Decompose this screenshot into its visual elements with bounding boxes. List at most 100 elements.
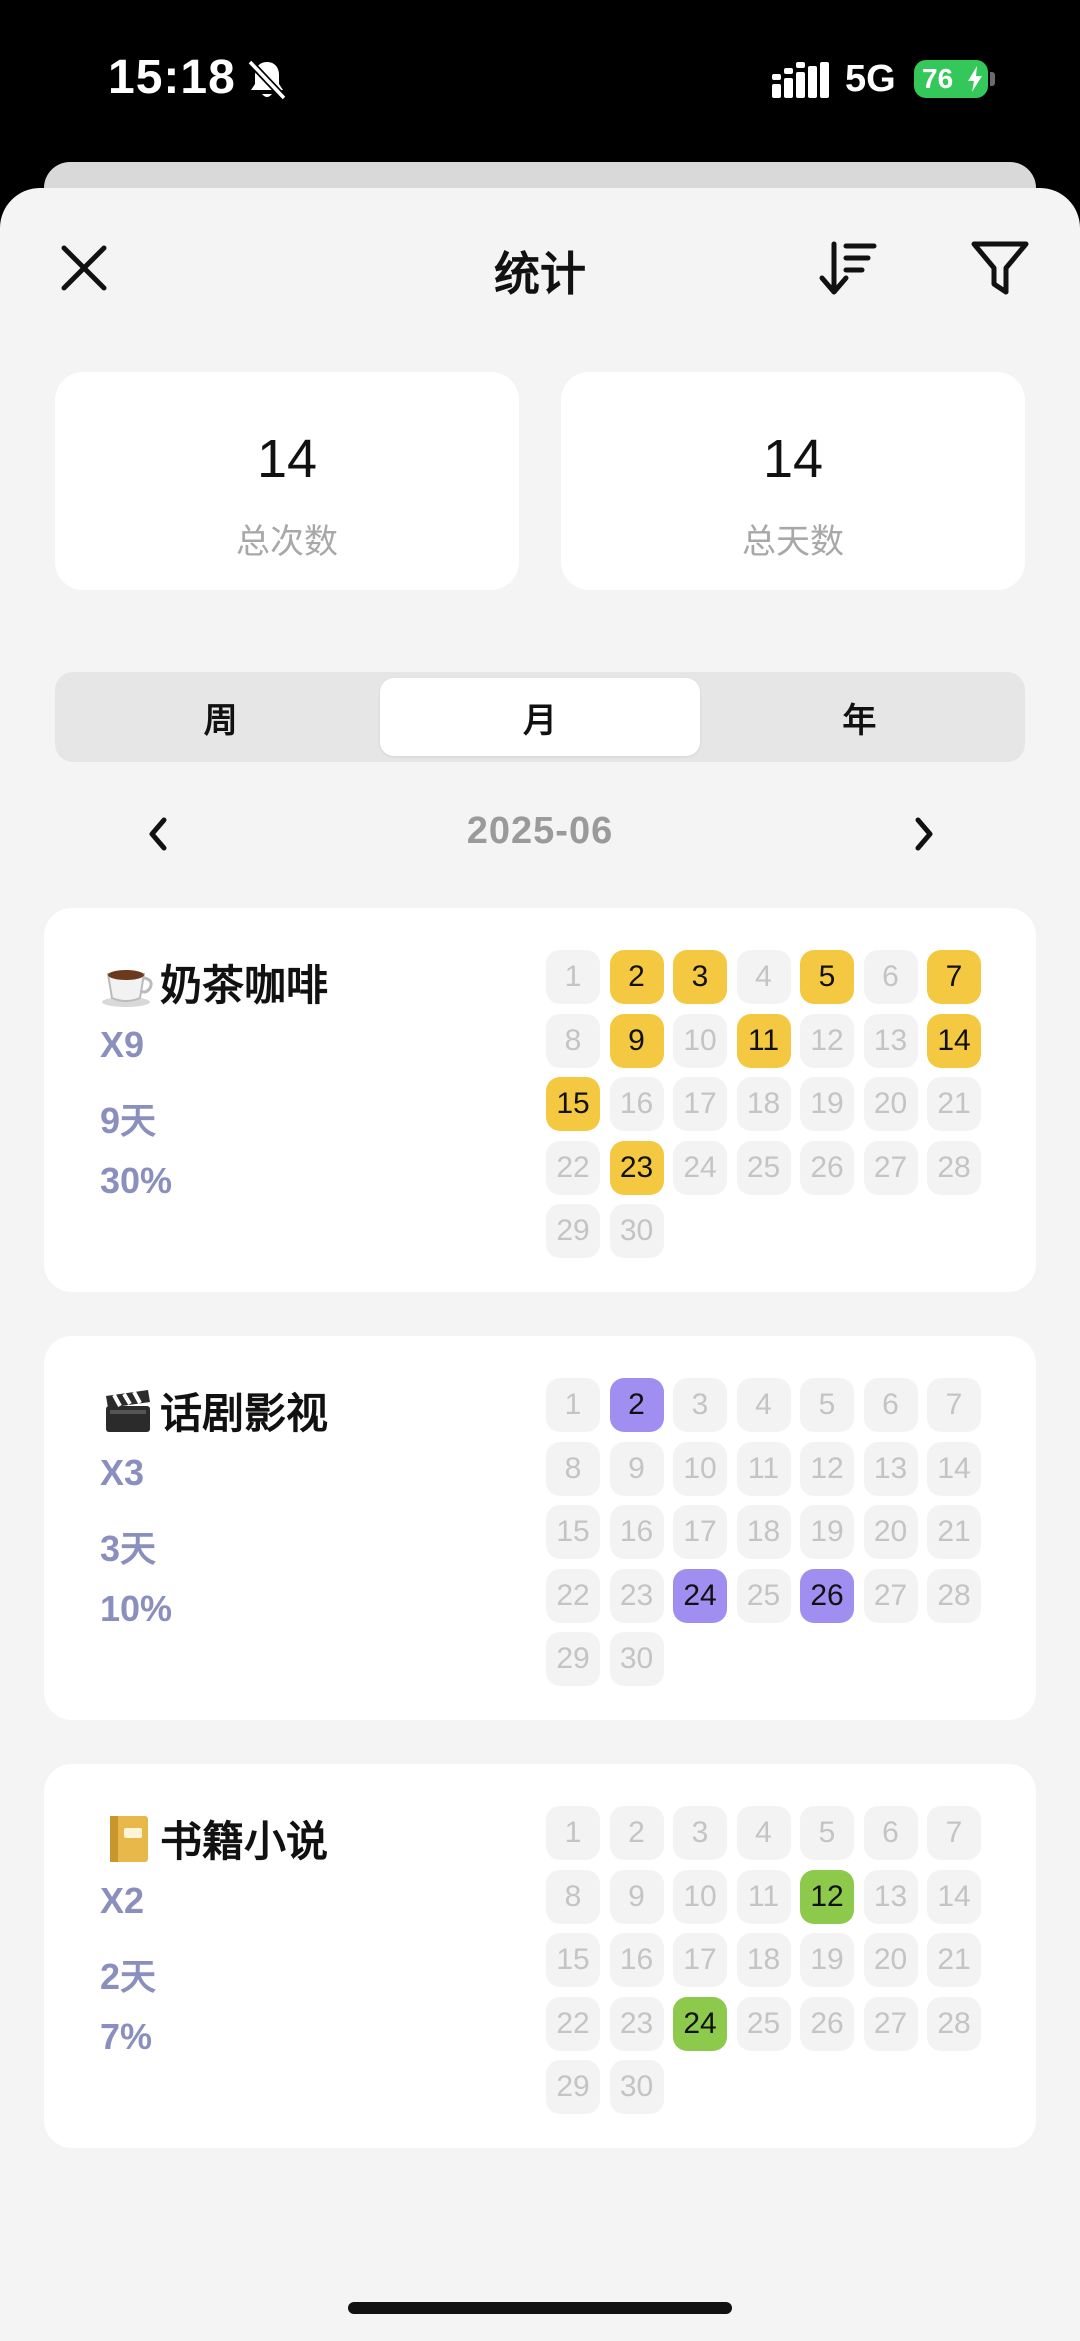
category-card-books-novels[interactable]: 书籍小说 X2 2天 7% 1 2 3 4 5 6 7 8 9 10 11 12 13 14 15 16 17 1… <box>44 1764 1036 2148</box>
category-percent: 7% <box>100 2016 153 2057</box>
battery-cap <box>990 72 995 86</box>
day-cell: 28 <box>927 1568 981 1623</box>
total-days-card: 14 总天数 <box>561 372 1025 590</box>
day-cell: 8 <box>546 1013 600 1068</box>
day-cell: 14 <box>927 1869 981 1924</box>
day-cell: 6 <box>863 1806 918 1860</box>
status-bar: 15:18 5G 76 <box>0 0 1080 160</box>
day-cell: 17 <box>673 1933 727 1987</box>
day-cell: 15 <box>546 1505 600 1559</box>
day-cell: 19 <box>800 1505 854 1559</box>
chevron-right-icon <box>915 817 933 851</box>
signal-icon <box>772 62 829 98</box>
day-cell: 1 <box>546 1378 600 1432</box>
day-cell: 19 <box>800 1077 854 1131</box>
day-cell: 22 <box>546 1568 600 1623</box>
day-cell: 12 <box>800 1013 854 1068</box>
day-cell: 2 <box>609 1378 664 1432</box>
day-cell: 17 <box>673 1077 727 1131</box>
day-cell: 11 <box>736 1441 791 1496</box>
category-days: 9天 <box>100 1100 157 1141</box>
category-count: X3 <box>100 1452 145 1493</box>
day-cell: 18 <box>736 1077 791 1131</box>
category-name: 话剧影视 <box>160 1390 329 1437</box>
category-name: 书籍小说 <box>160 1818 329 1865</box>
day-cell: 26 <box>800 1140 854 1195</box>
day-cell: 2 <box>609 950 664 1004</box>
day-cell: 22 <box>546 1140 600 1195</box>
category-title: 奶茶咖啡 <box>100 952 328 1013</box>
sort-icon <box>819 241 877 295</box>
day-cell: 17 <box>673 1505 727 1559</box>
day-cell: 16 <box>609 1933 664 1987</box>
notebook-icon <box>110 1815 148 1862</box>
day-cell: 15 <box>546 1077 600 1131</box>
tab-week[interactable]: 周 <box>61 678 380 756</box>
category-card-drama-film[interactable]: 话剧影视 X3 3天 10% 1 2 3 4 5 6 7 8 9 10 11 12 13 14 15 16 17… <box>44 1336 1036 1720</box>
day-cell: 25 <box>736 1140 791 1195</box>
day-cell: 1 <box>546 1806 600 1860</box>
day-cell: 11 <box>736 1869 791 1924</box>
day-cell: 8 <box>546 1441 600 1496</box>
category-name: 奶茶咖啡 <box>160 962 329 1009</box>
day-cell: 19 <box>800 1933 854 1987</box>
charging-bolt-icon <box>968 66 982 92</box>
day-cell: 29 <box>546 1204 600 1258</box>
day-cell: 24 <box>673 1568 727 1623</box>
category-card-milk-tea[interactable]: 奶茶咖啡 X9 9天 30% 1 2 3 4 5 6 7 8 9 10 11 12 13 14 15 16 17… <box>44 908 1036 1292</box>
category-percent: 30% <box>100 1160 173 1201</box>
day-cell: 26 <box>800 1996 854 2051</box>
day-cell: 16 <box>609 1077 664 1131</box>
day-cell: 7 <box>927 950 981 1004</box>
day-cell: 13 <box>863 1441 918 1496</box>
day-cell: 28 <box>927 1996 981 2051</box>
day-cell: 26 <box>800 1568 854 1623</box>
day-cell: 23 <box>609 1140 664 1195</box>
period-segmented-control: 周 月 年 <box>55 672 1025 762</box>
day-cell: 21 <box>927 1505 981 1559</box>
day-cell: 13 <box>863 1869 918 1924</box>
day-cell: 10 <box>673 1869 727 1924</box>
day-cell: 24 <box>673 1140 727 1195</box>
next-month-button[interactable] <box>904 810 944 858</box>
day-cell: 20 <box>863 1077 918 1131</box>
day-cell: 30 <box>609 2060 664 2114</box>
day-cell: 20 <box>863 1505 918 1559</box>
coffee-cup-icon <box>102 969 153 1007</box>
day-cell: 14 <box>927 1013 981 1068</box>
day-cell: 1 <box>546 950 600 1004</box>
clapperboard-icon <box>106 1389 150 1432</box>
month-day-grid: 1 2 3 4 5 6 7 8 9 10 11 12 13 14 15 16 17 18 19 20 21 22 23 24 2… <box>546 950 986 1258</box>
day-cell: 7 <box>927 1378 981 1432</box>
day-cell: 30 <box>609 1632 664 1686</box>
month-day-grid: 1 2 3 4 5 6 7 8 9 10 11 12 13 14 15 16 17 18 19 20 21 22 23 24 2… <box>546 1378 986 1686</box>
status-time: 15:18 <box>108 51 236 104</box>
tab-month[interactable]: 月 <box>380 678 700 756</box>
day-cell: 22 <box>546 1996 600 2051</box>
total-count-value: 14 <box>256 429 318 489</box>
day-cell: 3 <box>673 1806 727 1860</box>
day-cell: 12 <box>800 1869 854 1924</box>
day-cell: 3 <box>673 1378 727 1432</box>
battery-level: 76 <box>922 63 954 94</box>
day-cell: 4 <box>736 1378 791 1432</box>
day-cell: 2 <box>609 1806 664 1860</box>
tab-year[interactable]: 年 <box>700 678 1019 756</box>
day-cell: 5 <box>800 1378 854 1432</box>
day-cell: 29 <box>546 1632 600 1686</box>
category-percent: 10% <box>100 1588 173 1629</box>
day-cell: 8 <box>546 1869 600 1924</box>
day-cell: 18 <box>736 1505 791 1559</box>
sort-button[interactable] <box>816 236 880 300</box>
total-days-label: 总天数 <box>742 523 844 561</box>
day-cell: 29 <box>546 2060 600 2114</box>
home-indicator[interactable] <box>348 2302 732 2314</box>
day-cell: 5 <box>800 950 854 1004</box>
filter-icon <box>971 241 1029 295</box>
day-cell: 9 <box>609 1441 664 1496</box>
category-count: X2 <box>100 1880 145 1921</box>
day-cell: 27 <box>863 1140 918 1195</box>
day-cell: 9 <box>609 1869 664 1924</box>
filter-button[interactable] <box>968 236 1032 300</box>
day-cell: 14 <box>927 1441 981 1496</box>
